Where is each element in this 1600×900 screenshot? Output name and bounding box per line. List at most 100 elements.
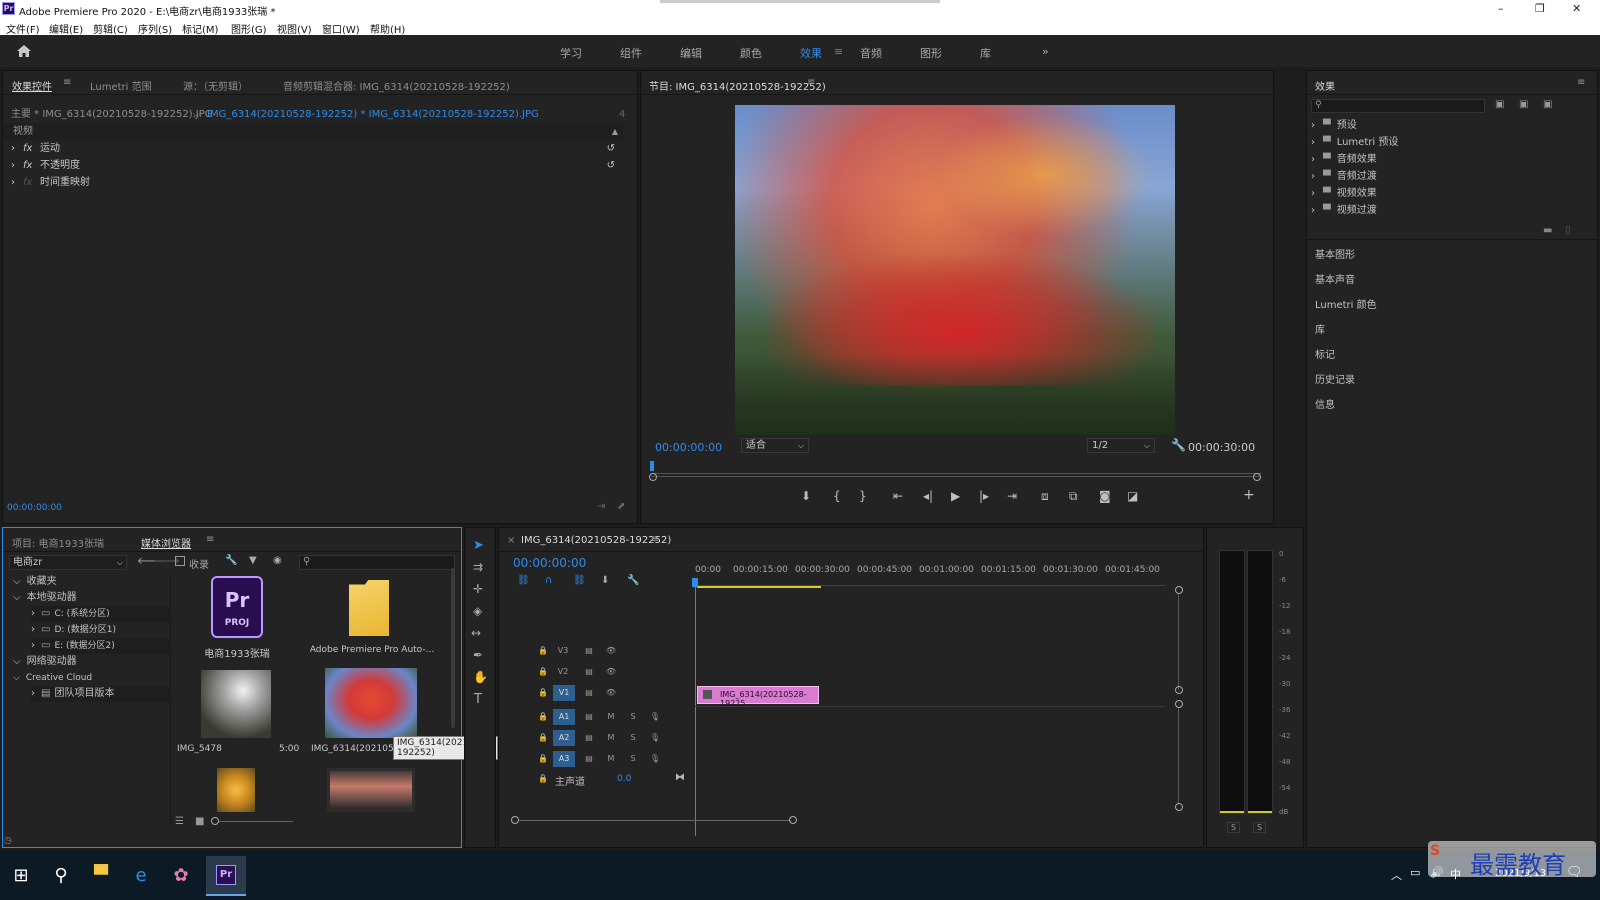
hscroll-handle-right[interactable] (789, 816, 797, 824)
tree-drive-e[interactable]: › ▭ E: (数据分区2) (31, 638, 171, 654)
tree-local-drives[interactable]: ⌵ 本地驱动器 (13, 590, 77, 606)
yuv-effects-icon[interactable]: ▣ (1543, 99, 1552, 110)
section-essential-sound[interactable]: 基本声音 (1315, 273, 1355, 289)
program-video-frame[interactable] (735, 105, 1175, 435)
expand-arrow-icon[interactable]: › (11, 174, 15, 191)
collapse-arrow-icon[interactable]: ▲ (612, 123, 618, 140)
workspace-color[interactable]: 颜色 (740, 45, 762, 61)
play-icon[interactable]: ▶ (951, 489, 960, 503)
hscroll-handle-left[interactable] (511, 816, 519, 824)
menu-help[interactable]: 帮助(H) (370, 21, 405, 36)
wrench-icon[interactable]: 🔧 (627, 575, 639, 586)
expand-arrow-icon[interactable]: › (31, 624, 35, 635)
close-tab-icon[interactable]: × (507, 535, 515, 546)
effect-row-time-remap[interactable]: › fx 时间重映射 (3, 174, 623, 191)
add-button-icon[interactable]: + (1243, 487, 1255, 503)
network-icon[interactable]: ▭ (1410, 866, 1420, 879)
minimize-button[interactable]: – (1498, 2, 1504, 15)
expand-arrow-icon[interactable]: › (31, 688, 35, 699)
tree-drive-c[interactable]: › ▭ C: (系统分区) (31, 606, 171, 622)
expand-arrow-icon[interactable]: › (11, 140, 15, 157)
section-info[interactable]: 信息 (1315, 398, 1335, 414)
tab-lumetri-scopes[interactable]: Lumetri 范围 (90, 78, 152, 93)
program-playhead[interactable] (650, 461, 654, 471)
lock-icon[interactable]: 🔒 (535, 771, 551, 787)
workspace-menu-icon[interactable]: ≡ (834, 45, 843, 58)
menu-sequence[interactable]: 序列(S) (138, 21, 172, 36)
type-tool-icon[interactable]: T (474, 692, 482, 707)
timecode-text[interactable]: 00:00:00:00 (7, 503, 62, 513)
fx-icon[interactable]: fx (23, 140, 32, 157)
eye-icon[interactable]: 👁 (603, 685, 619, 701)
panel-menu-icon[interactable]: ≡ (63, 77, 71, 88)
tab-effect-controls[interactable]: 效果控件 (12, 78, 52, 93)
menu-file[interactable]: 文件(F) (6, 21, 40, 36)
wrench-icon[interactable]: 🔧 (1171, 438, 1186, 452)
lock-icon[interactable]: 🔒 (535, 730, 551, 746)
location-dropdown[interactable]: 电商zr ⌵ (9, 555, 127, 570)
collapse-arrow-icon[interactable]: ⌵ (13, 592, 21, 603)
solo-button[interactable]: S (625, 751, 641, 767)
image-thumbnail-5478[interactable] (201, 670, 271, 738)
section-history[interactable]: 历史记录 (1315, 373, 1355, 389)
effects-folder-audio-transitions[interactable]: › ▀ 音频过渡 (1311, 169, 1377, 185)
sync-lock-icon[interactable]: ▤ (581, 730, 597, 746)
expand-arrow-icon[interactable]: › (1311, 120, 1315, 131)
mic-icon[interactable]: 🎙 (647, 751, 663, 767)
extract-icon[interactable]: ⧉ (1069, 489, 1078, 504)
project-file-name[interactable]: 电商1933张瑞 (175, 645, 299, 660)
zoom-slider-handle[interactable] (211, 817, 219, 825)
sync-lock-icon[interactable]: ▤ (581, 709, 597, 725)
expand-arrow-icon[interactable]: › (11, 157, 15, 174)
folder-name[interactable]: Adobe Premiere Pro Auto-... (307, 645, 437, 655)
fit-dropdown[interactable]: 适合 ⌵ (741, 438, 809, 453)
expand-arrow-icon[interactable]: › (31, 640, 35, 651)
collapse-arrow-icon[interactable]: ⌵ (13, 656, 21, 667)
mic-icon[interactable]: 🎙 (647, 730, 663, 746)
eye-icon[interactable]: 👁 (603, 643, 619, 659)
lift-icon[interactable]: ⧈ (1041, 489, 1049, 504)
tab-project[interactable]: 项目: 电商1933张瑞 (12, 535, 104, 550)
workspace-editing[interactable]: 编辑 (680, 45, 702, 61)
restore-button[interactable]: ❐ (1535, 2, 1545, 15)
menu-view[interactable]: 视图(V) (277, 21, 312, 36)
tree-drive-d[interactable]: › ▭ D: (数据分区1) (31, 622, 171, 638)
track-label-v3[interactable]: V3 (555, 643, 571, 659)
wrench-icon[interactable]: 🔧 (225, 555, 237, 566)
expand-arrow-icon[interactable]: › (1311, 205, 1315, 216)
filter-icon[interactable]: ▼ (249, 555, 257, 566)
go-to-in-icon[interactable]: ⇤ (893, 489, 903, 503)
expand-arrow-icon[interactable]: › (1311, 171, 1315, 182)
selection-tool-icon[interactable]: ➤ (473, 538, 484, 553)
mic-icon[interactable]: 🎙 (647, 709, 663, 725)
home-icon[interactable] (16, 44, 32, 58)
panel-menu-icon[interactable]: ≡ (206, 534, 214, 545)
lock-icon[interactable]: 🔒 (535, 664, 551, 680)
fx-icon[interactable]: fx (23, 157, 32, 174)
mute-button[interactable]: M (603, 730, 619, 746)
hscroll-bar[interactable] (519, 820, 791, 821)
file-explorer-icon[interactable]: ▀ (88, 863, 114, 889)
workspace-audio[interactable]: 音频 (860, 45, 882, 61)
mute-button[interactable]: M (603, 751, 619, 767)
panel-menu-icon[interactable]: ≡ (651, 534, 659, 545)
vscroll-track[interactable] (1178, 594, 1179, 690)
step-forward-icon[interactable]: |▸ (979, 489, 989, 503)
effects-folder-video-transitions[interactable]: › ▀ 视频过渡 (1311, 203, 1377, 219)
solo-right-button[interactable]: S (1253, 822, 1267, 833)
edge-browser-icon[interactable]: e (128, 863, 154, 889)
search-icon[interactable]: ⚲ (48, 863, 74, 889)
sync-lock-icon[interactable]: ▤ (581, 643, 597, 659)
menu-clip[interactable]: 剪辑(C) (93, 21, 128, 36)
workspace-more-button[interactable]: » (1042, 45, 1049, 58)
close-button[interactable]: ✕ (1572, 2, 1581, 15)
linked-selection-icon[interactable]: ⛓ (573, 575, 586, 586)
track-label-v1[interactable]: V1 (553, 685, 575, 701)
solo-button[interactable]: S (625, 709, 641, 725)
lock-icon[interactable]: 🔒 (535, 751, 551, 767)
workspace-learn[interactable]: 学习 (560, 45, 582, 61)
workspace-graphics[interactable]: 图形 (920, 45, 942, 61)
tree-team-projects[interactable]: › ▤ 团队项目版本 (31, 686, 171, 702)
work-area-bar[interactable] (697, 586, 821, 588)
32bit-effects-icon[interactable]: ▣ (1519, 99, 1528, 110)
